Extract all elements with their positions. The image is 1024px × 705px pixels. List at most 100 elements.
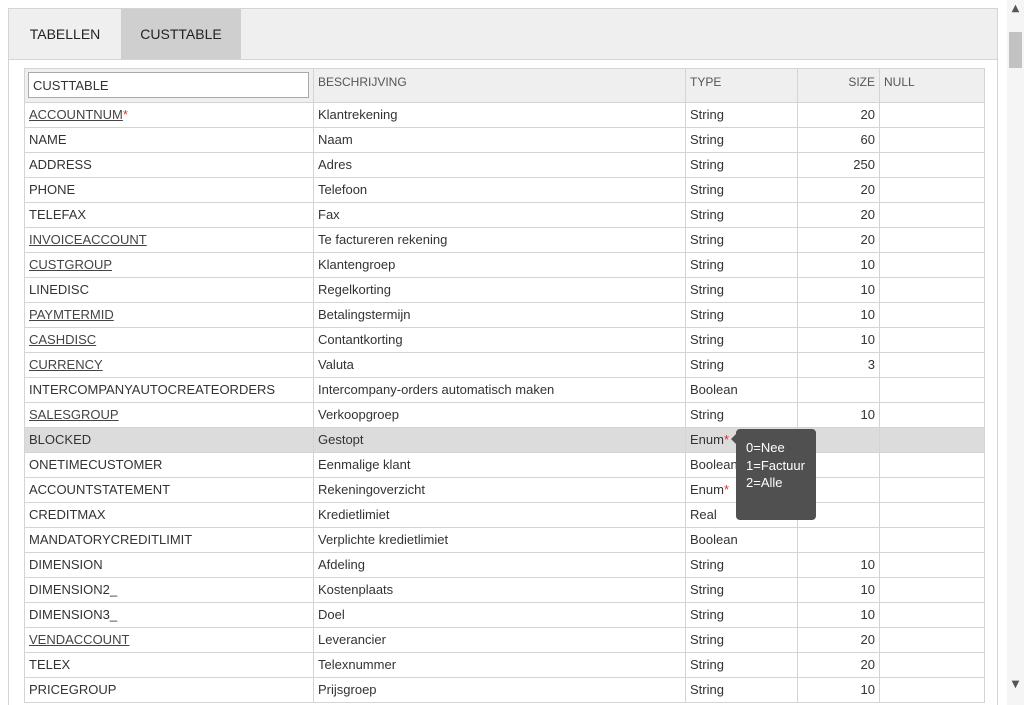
field-name-link[interactable]: ACCOUNTNUM [29,107,123,122]
field-name-cell: DIMENSION [25,553,314,577]
field-name-cell: CREDITMAX [25,503,314,527]
field-name-link[interactable]: CASHDISC [29,332,96,347]
tab-custtable[interactable]: CUSTTABLE [121,9,241,59]
field-type: String [690,282,724,297]
vertical-scrollbar[interactable]: ▲ ▼ [1007,0,1024,705]
table-row[interactable]: BLOCKED Gestopt Enum* [25,428,984,453]
table-panel: TABELLEN CUSTTABLE BESCHRIJVING TYPE SIZ… [8,8,998,705]
table-row[interactable]: CASHDISC Contantkorting String 10 [25,328,984,353]
field-name-cell[interactable]: ACCOUNTNUM* [25,103,314,127]
field-type: Boolean [690,457,738,472]
field-name-cell[interactable]: VENDACCOUNT [25,628,314,652]
table-row[interactable]: MANDATORYCREDITLIMIT Verplichte kredietli… [25,528,984,553]
field-null [880,103,982,127]
field-description: Rekeningoverzicht [314,478,686,502]
field-name: TELEFAX [29,207,87,222]
field-name-link[interactable]: CUSTGROUP [29,257,112,272]
enum-marker[interactable]: * [724,432,729,447]
field-size: 20 [798,103,880,127]
field-name-cell: DIMENSION2_ [25,578,314,602]
field-type-cell: String [686,603,798,627]
table-row[interactable]: CURRENCY Valuta String 3 [25,353,984,378]
field-null [880,628,982,652]
field-name: PHONE [29,182,76,197]
table-row[interactable]: DIMENSION Afdeling String 10 [25,553,984,578]
table-row[interactable]: LINEDISC Regelkorting String 10 [25,278,984,303]
field-name-link[interactable]: CURRENCY [29,357,103,372]
table-row[interactable]: PAYMTERMID Betalingstermijn String 10 [25,303,984,328]
table-row[interactable]: PRICEGROUP Prijsgroep String 10 [25,678,984,703]
field-name-link[interactable]: VENDACCOUNT [29,632,129,647]
table-row[interactable]: TELEX Telexnummer String 20 [25,653,984,678]
field-type-cell: String [686,403,798,427]
scrollbar-thumb[interactable] [1009,32,1022,68]
tab-tabellen[interactable]: TABELLEN [9,9,121,59]
field-name-cell[interactable]: CURRENCY [25,353,314,377]
table-row[interactable]: INVOICEACCOUNT Te factureren rekening Stri… [25,228,984,253]
field-name-link[interactable]: SALESGROUP [29,407,119,422]
table-row[interactable]: NAME Naam String 60 [25,128,984,153]
field-name-cell[interactable]: CUSTGROUP [25,253,314,277]
table-row[interactable]: INTERCOMPANYAUTOCREATEORDERS Intercompany… [25,378,984,403]
field-type-cell: String [686,328,798,352]
tooltip-line: 0=Nee [746,440,785,455]
field-name-cell[interactable]: SALESGROUP [25,403,314,427]
field-type: String [690,657,724,672]
field-size: 3 [798,353,880,377]
field-null [880,228,982,252]
table-filter-input[interactable] [28,72,309,98]
table-row[interactable]: DIMENSION2_ Kostenplaats String 10 [25,578,984,603]
field-name: INTERCOMPANYAUTOCREATEORDERS [29,382,276,397]
table-row[interactable]: ACCOUNTNUM* Klantrekening String 20 [25,103,984,128]
field-description: Kostenplaats [314,578,686,602]
field-name-cell: ACCOUNTSTATEMENT [25,478,314,502]
field-size: 60 [798,128,880,152]
field-name-cell: NAME [25,128,314,152]
field-name-cell[interactable]: INVOICEACCOUNT [25,228,314,252]
field-description: Telexnummer [314,653,686,677]
field-size: 250 [798,153,880,177]
field-description: Te factureren rekening [314,228,686,252]
field-type: Boolean [690,382,738,397]
table-row[interactable]: PHONE Telefoon String 20 [25,178,984,203]
field-description: Verkoopgroep [314,403,686,427]
field-description: Leverancier [314,628,686,652]
required-marker: * [122,107,128,122]
enum-marker[interactable]: * [724,482,729,497]
header-type[interactable]: TYPE [686,69,798,102]
chevron-up-icon[interactable]: ▲ [1007,0,1024,17]
table-row[interactable]: ONETIMECUSTOMER Eenmalige klant Boolean [25,453,984,478]
chevron-down-icon[interactable]: ▼ [1007,676,1024,693]
table-row[interactable]: CUSTGROUP Klantengroep String 10 [25,253,984,278]
field-name-cell[interactable]: CASHDISC [25,328,314,352]
field-null [880,503,982,527]
field-description: Contantkorting [314,328,686,352]
table-row[interactable]: VENDACCOUNT Leverancier String 20 [25,628,984,653]
table-row[interactable]: DIMENSION3_ Doel String 10 [25,603,984,628]
field-name-cell[interactable]: PAYMTERMID [25,303,314,327]
field-description: Klantengroep [314,253,686,277]
field-name-cell: TELEFAX [25,203,314,227]
table-row[interactable]: TELEFAX Fax String 20 [25,203,984,228]
field-type: Boolean [690,532,738,547]
field-description: Gestopt [314,428,686,452]
field-size: 10 [798,278,880,302]
field-null [880,253,982,277]
header-null[interactable]: NULL [880,69,982,102]
field-name-link[interactable]: INVOICEACCOUNT [29,232,147,247]
field-type: String [690,682,724,697]
table-row[interactable]: SALESGROUP Verkoopgroep String 10 [25,403,984,428]
table-row[interactable]: CREDITMAX Kredietlimiet Real [25,503,984,528]
field-name-link[interactable]: PAYMTERMID [29,307,114,322]
table-row[interactable]: ADDRESS Adres String 250 [25,153,984,178]
field-description: Adres [314,153,686,177]
field-type-cell: String [686,103,798,127]
header-description[interactable]: BESCHRIJVING [314,69,686,102]
field-null [880,603,982,627]
field-type-cell: String [686,303,798,327]
field-type: Enum [690,432,724,447]
field-description: Naam [314,128,686,152]
table-row[interactable]: ACCOUNTSTATEMENT Rekeningoverzicht Enum* [25,478,984,503]
header-size[interactable]: SIZE [798,69,880,102]
field-size: 10 [798,303,880,327]
